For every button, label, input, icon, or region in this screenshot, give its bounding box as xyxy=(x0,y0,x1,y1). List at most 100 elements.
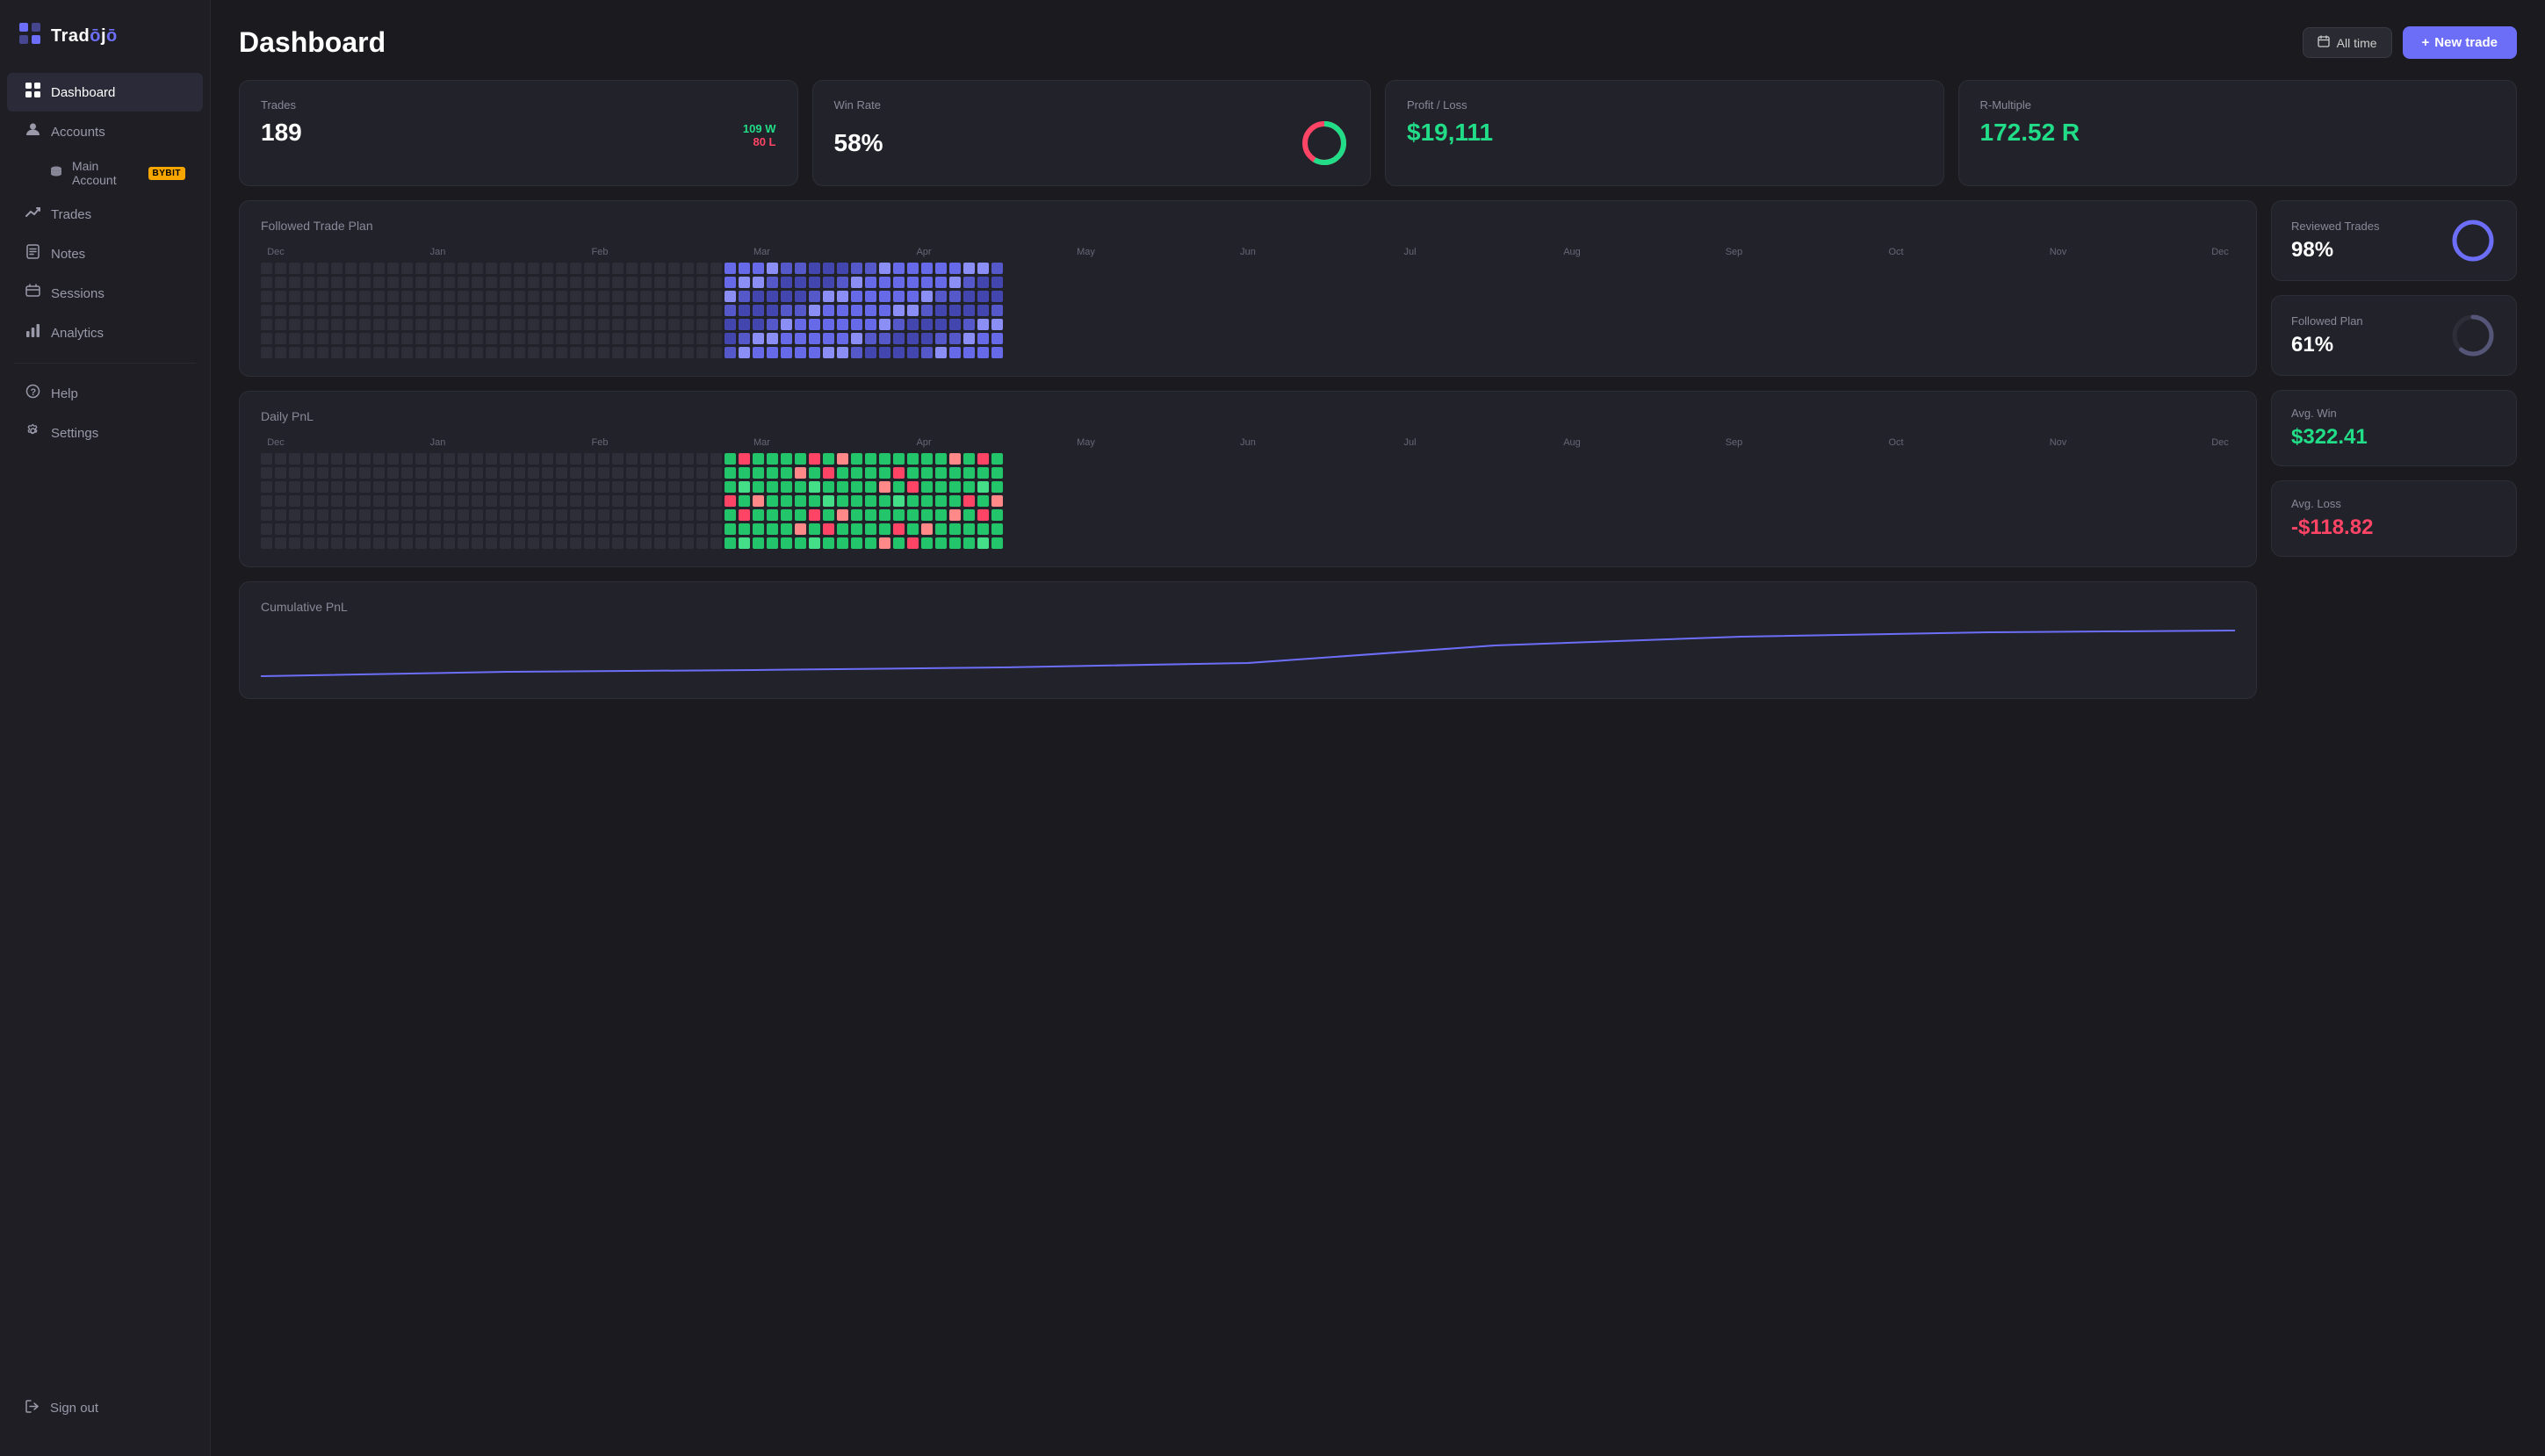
sidebar-item-settings[interactable]: Settings xyxy=(7,414,203,452)
heatmap-cell[interactable] xyxy=(289,495,300,507)
heatmap-cell[interactable] xyxy=(935,481,947,493)
heatmap-cell[interactable] xyxy=(710,263,722,274)
heatmap-cell[interactable] xyxy=(359,319,371,330)
heatmap-cell[interactable] xyxy=(401,319,413,330)
heatmap-cell[interactable] xyxy=(415,453,427,465)
heatmap-cell[interactable] xyxy=(275,347,286,358)
heatmap-cell[interactable] xyxy=(542,333,553,344)
heatmap-cell[interactable] xyxy=(275,305,286,316)
heatmap-cell[interactable] xyxy=(809,537,820,549)
heatmap-cell[interactable] xyxy=(303,277,314,288)
heatmap-cell[interactable] xyxy=(991,347,1003,358)
heatmap-cell[interactable] xyxy=(935,523,947,535)
heatmap-cell[interactable] xyxy=(373,291,385,302)
heatmap-cell[interactable] xyxy=(640,277,652,288)
heatmap-cell[interactable] xyxy=(359,495,371,507)
heatmap-cell[interactable] xyxy=(528,333,539,344)
heatmap-cell[interactable] xyxy=(598,263,609,274)
heatmap-cell[interactable] xyxy=(303,467,314,479)
heatmap-cell[interactable] xyxy=(598,291,609,302)
heatmap-cell[interactable] xyxy=(654,333,666,344)
heatmap-cell[interactable] xyxy=(809,291,820,302)
heatmap-cell[interactable] xyxy=(893,305,905,316)
heatmap-cell[interactable] xyxy=(626,537,638,549)
heatmap-cell[interactable] xyxy=(373,319,385,330)
heatmap-cell[interactable] xyxy=(668,333,680,344)
heatmap-cell[interactable] xyxy=(795,347,806,358)
heatmap-cell[interactable] xyxy=(289,509,300,521)
heatmap-cell[interactable] xyxy=(345,453,357,465)
heatmap-cell[interactable] xyxy=(809,263,820,274)
heatmap-cell[interactable] xyxy=(668,319,680,330)
heatmap-cell[interactable] xyxy=(486,263,497,274)
heatmap-cell[interactable] xyxy=(289,467,300,479)
heatmap-cell[interactable] xyxy=(977,453,989,465)
heatmap-cell[interactable] xyxy=(865,305,876,316)
heatmap-cell[interactable] xyxy=(331,481,342,493)
heatmap-cell[interactable] xyxy=(921,277,933,288)
heatmap-cell[interactable] xyxy=(879,481,890,493)
heatmap-cell[interactable] xyxy=(935,537,947,549)
heatmap-cell[interactable] xyxy=(612,509,624,521)
heatmap-cell[interactable] xyxy=(472,509,483,521)
heatmap-cell[interactable] xyxy=(640,495,652,507)
heatmap-cell[interactable] xyxy=(303,263,314,274)
heatmap-cell[interactable] xyxy=(359,305,371,316)
heatmap-cell[interactable] xyxy=(977,523,989,535)
heatmap-cell[interactable] xyxy=(415,347,427,358)
heatmap-cell[interactable] xyxy=(612,319,624,330)
heatmap-cell[interactable] xyxy=(795,509,806,521)
heatmap-cell[interactable] xyxy=(500,291,511,302)
heatmap-cell[interactable] xyxy=(317,509,328,521)
heatmap-cell[interactable] xyxy=(415,263,427,274)
heatmap-cell[interactable] xyxy=(725,481,736,493)
heatmap-cell[interactable] xyxy=(429,467,441,479)
heatmap-cell[interactable] xyxy=(991,305,1003,316)
heatmap-cell[interactable] xyxy=(893,467,905,479)
heatmap-cell[interactable] xyxy=(753,347,764,358)
heatmap-cell[interactable] xyxy=(963,523,975,535)
heatmap-cell[interactable] xyxy=(289,319,300,330)
heatmap-cell[interactable] xyxy=(725,537,736,549)
heatmap-cell[interactable] xyxy=(472,277,483,288)
heatmap-cell[interactable] xyxy=(626,263,638,274)
heatmap-cell[interactable] xyxy=(781,495,792,507)
heatmap-cell[interactable] xyxy=(991,509,1003,521)
heatmap-cell[interactable] xyxy=(584,333,595,344)
heatmap-cell[interactable] xyxy=(879,523,890,535)
heatmap-cell[interactable] xyxy=(823,523,834,535)
sub-account-item[interactable]: Main Account BYBIT xyxy=(7,152,203,194)
heatmap-cell[interactable] xyxy=(500,305,511,316)
heatmap-cell[interactable] xyxy=(401,467,413,479)
heatmap-cell[interactable] xyxy=(514,467,525,479)
heatmap-cell[interactable] xyxy=(921,495,933,507)
heatmap-cell[interactable] xyxy=(528,319,539,330)
heatmap-cell[interactable] xyxy=(879,347,890,358)
heatmap-cell[interactable] xyxy=(275,537,286,549)
heatmap-cell[interactable] xyxy=(949,453,961,465)
heatmap-cell[interactable] xyxy=(317,319,328,330)
heatmap-cell[interactable] xyxy=(317,263,328,274)
heatmap-cell[interactable] xyxy=(514,453,525,465)
heatmap-cell[interactable] xyxy=(851,291,862,302)
heatmap-cell[interactable] xyxy=(767,495,778,507)
heatmap-cell[interactable] xyxy=(275,467,286,479)
heatmap-cell[interactable] xyxy=(654,523,666,535)
heatmap-cell[interactable] xyxy=(682,263,694,274)
heatmap-cell[interactable] xyxy=(429,523,441,535)
heatmap-cell[interactable] xyxy=(767,291,778,302)
heatmap-cell[interactable] xyxy=(401,537,413,549)
heatmap-cell[interactable] xyxy=(570,263,581,274)
heatmap-cell[interactable] xyxy=(795,481,806,493)
heatmap-cell[interactable] xyxy=(345,481,357,493)
heatmap-cell[interactable] xyxy=(767,523,778,535)
heatmap-cell[interactable] xyxy=(710,277,722,288)
heatmap-cell[interactable] xyxy=(331,291,342,302)
heatmap-cell[interactable] xyxy=(781,453,792,465)
heatmap-cell[interactable] xyxy=(570,509,581,521)
heatmap-cell[interactable] xyxy=(303,347,314,358)
heatmap-cell[interactable] xyxy=(373,277,385,288)
heatmap-cell[interactable] xyxy=(851,523,862,535)
heatmap-cell[interactable] xyxy=(921,305,933,316)
heatmap-cell[interactable] xyxy=(443,263,455,274)
